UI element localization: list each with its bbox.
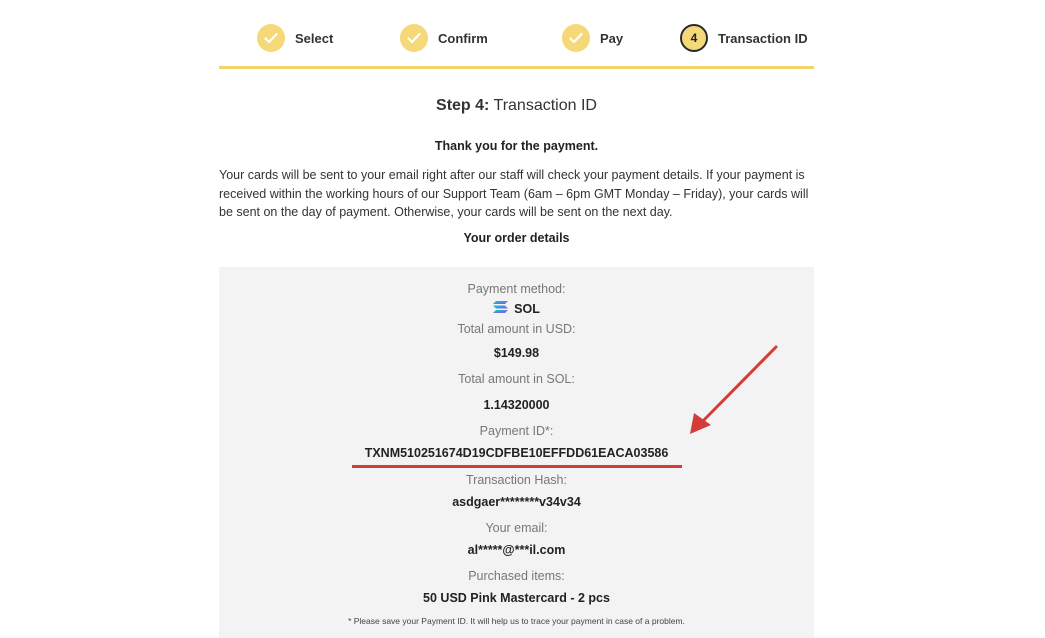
step-transaction-id[interactable]: 4 Transaction ID — [680, 24, 808, 52]
annotation-underline — [351, 464, 682, 468]
order-details-panel: Payment method: SOL Total amount in USD:… — [219, 266, 814, 638]
usd-label: Total amount in USD: — [457, 321, 576, 336]
order-details-heading: Your order details — [463, 230, 570, 245]
payment-method-value: SOL — [219, 299, 814, 319]
title-name: Transaction ID — [493, 97, 597, 114]
page-title: Step 4: Transaction ID — [219, 97, 814, 115]
check-icon — [400, 24, 428, 52]
checkout-container: Select Confirm Pay 4 Transaction ID Step… — [219, 0, 814, 638]
check-icon — [562, 24, 590, 52]
step-label: Confirm — [438, 30, 488, 46]
email-label: Your email: — [485, 520, 548, 535]
payment-id-value[interactable]: TXNM510251674D19CDFBE10EFFDD61EACA03586 — [219, 443, 814, 463]
step-select[interactable]: Select — [257, 24, 333, 52]
save-id-note: * Please save your Payment ID. It will h… — [348, 615, 685, 626]
step-label: Transaction ID — [718, 30, 808, 46]
step-pay[interactable]: Pay — [562, 24, 623, 52]
items-label: Purchased items: — [468, 568, 565, 583]
sol-value: 1.14320000 — [483, 397, 550, 412]
thanks-message: Thank you for the payment. — [434, 139, 599, 153]
hash-label: Transaction Hash: — [466, 472, 567, 487]
solana-icon — [493, 299, 509, 319]
step-number-badge: 4 — [680, 24, 708, 52]
step-label: Select — [295, 30, 334, 46]
hash-value: asdgaer********v34v34 — [452, 494, 581, 509]
usd-value: $149.98 — [493, 345, 540, 360]
payment-method-label: Payment method: — [467, 281, 566, 296]
items-value: 50 USD Pink Mastercard - 2 pcs — [423, 590, 610, 605]
title-step: Step 4: — [436, 97, 490, 114]
email-value: al*****@***il.com — [467, 542, 566, 557]
step-label: Pay — [600, 30, 624, 46]
payment-method-text: SOL — [514, 301, 540, 316]
check-icon — [257, 24, 285, 52]
progress-steps: Select Confirm Pay 4 Transaction ID — [219, 0, 814, 69]
info-paragraph: Your cards will be sent to your email ri… — [219, 168, 809, 219]
step-confirm[interactable]: Confirm — [400, 24, 488, 52]
sol-label: Total amount in SOL: — [458, 371, 575, 386]
payment-id-label: Payment ID*: — [479, 423, 554, 438]
